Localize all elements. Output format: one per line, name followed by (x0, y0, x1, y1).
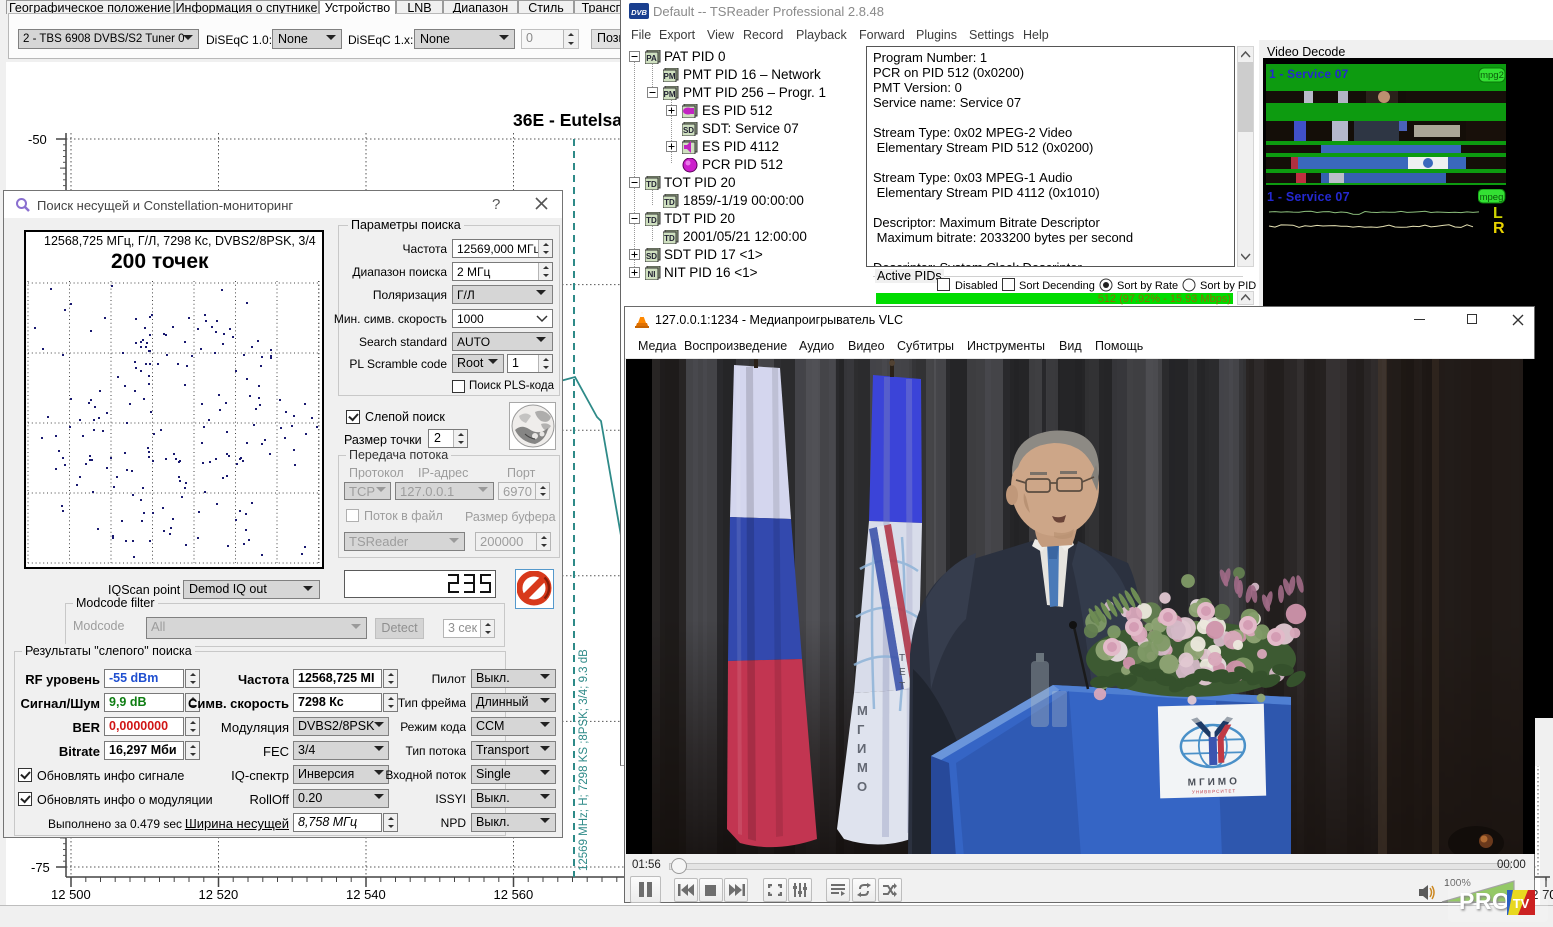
svg-text:О: О (857, 779, 867, 794)
svg-text:R: R (1493, 220, 1505, 237)
svg-text:mpg2: mpg2 (1480, 70, 1504, 81)
svg-text:SD: SD (646, 252, 657, 261)
svg-text:PM: PM (664, 72, 676, 81)
svg-text:М: М (857, 703, 868, 718)
svg-text:И: И (857, 741, 866, 756)
svg-text:МГИМО: МГИМО (1188, 776, 1241, 788)
svg-text:TV: TV (1513, 896, 1530, 911)
svg-text:NI: NI (648, 270, 656, 279)
svg-text:М: М (857, 760, 868, 775)
svg-text:TD: TD (664, 234, 675, 243)
svg-text:Т: Т (899, 681, 905, 692)
svg-text:Е: Е (899, 667, 906, 678)
svg-text:Г: Г (857, 722, 865, 737)
svg-text:1 - Service 07: 1 - Service 07 (1269, 67, 1349, 81)
svg-text:DVB: DVB (631, 8, 647, 17)
svg-text:Т: Т (899, 653, 905, 664)
svg-text:PM: PM (664, 90, 676, 99)
svg-text:TD: TD (646, 216, 657, 225)
svg-text:TD: TD (664, 198, 675, 207)
svg-text:SD: SD (683, 126, 694, 135)
svg-text:PA: PA (646, 54, 657, 63)
svg-text:TD: TD (646, 180, 657, 189)
